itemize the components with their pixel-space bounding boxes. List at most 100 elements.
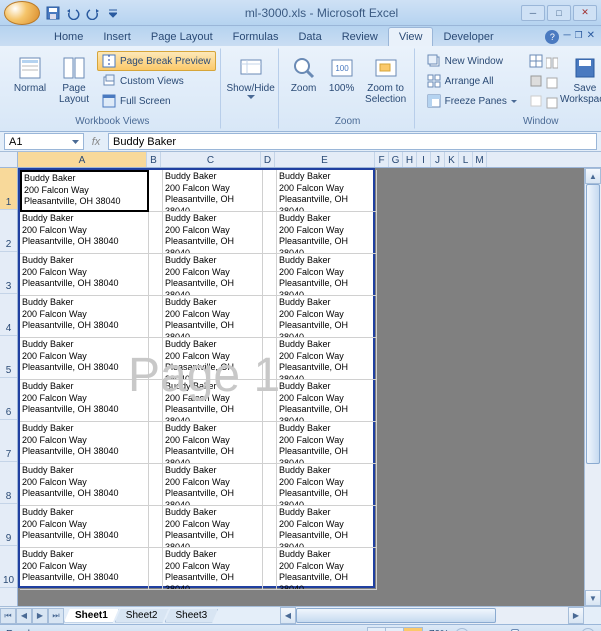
row-header-8[interactable]: 8 [0,462,17,504]
cell[interactable] [263,296,277,338]
cell[interactable] [263,506,277,548]
cell[interactable] [149,170,163,212]
cell[interactable]: Buddy Baker200 Falcon WayPleasantville, … [20,548,149,590]
cell[interactable]: Buddy Baker200 Falcon WayPleasantville, … [277,170,377,212]
arrange-all-button[interactable]: Arrange All [422,71,522,91]
cell[interactable] [149,380,163,422]
save-workspace-button[interactable]: Save Workspace [560,51,601,115]
tab-home[interactable]: Home [44,28,93,46]
scroll-left-button[interactable]: ◀ [280,607,296,624]
cell[interactable]: Buddy Baker200 Falcon WayPleasantville, … [277,464,377,506]
cell[interactable]: Buddy Baker200 Falcon WayPleasantville, … [277,422,377,464]
cell[interactable] [149,338,163,380]
cell[interactable]: Buddy Baker200 Falcon WayPleasantville, … [20,212,149,254]
tab-insert[interactable]: Insert [93,28,141,46]
zoom-out-button[interactable]: − [455,628,469,631]
scroll-right-button[interactable]: ▶ [568,607,584,624]
tab-nav-first[interactable]: ⏮ [0,608,16,624]
new-window-button[interactable]: New Window [422,51,522,71]
row-header-2[interactable]: 2 [0,210,17,252]
zoom-100-button[interactable]: 100 100% [324,51,360,115]
cell[interactable] [263,254,277,296]
tab-data[interactable]: Data [288,28,331,46]
tab-review[interactable]: Review [332,28,388,46]
office-button[interactable] [4,1,40,25]
help-icon[interactable]: ? [545,30,559,44]
full-screen-button[interactable]: Full Screen [97,91,216,111]
cell[interactable]: Buddy Baker200 Falcon WayPleasantville, … [163,380,263,422]
maximize-button[interactable]: □ [547,5,571,21]
col-header-F[interactable]: F [375,152,389,167]
custom-views-button[interactable]: Custom Views [97,71,216,91]
cell[interactable]: Buddy Baker200 Falcon WayPleasantville, … [277,548,377,590]
zoom-selection-button[interactable]: Zoom to Selection [362,51,410,115]
col-header-B[interactable]: B [147,152,161,167]
redo-icon[interactable] [84,4,102,22]
doc-close-icon[interactable]: ✕ [587,30,595,44]
tab-view[interactable]: View [388,27,434,46]
cell[interactable] [263,380,277,422]
freeze-panes-button[interactable]: Freeze Panes [422,91,522,111]
doc-minimize-icon[interactable]: ─ [563,30,570,44]
col-header-C[interactable]: C [161,152,261,167]
cell[interactable]: Buddy Baker200 Falcon WayPleasantville, … [277,254,377,296]
sheet-tab-2[interactable]: Sheet2 [115,609,169,623]
tab-nav-last[interactable]: ⏭ [48,608,64,624]
tab-developer[interactable]: Developer [433,28,503,46]
cell[interactable]: Buddy Baker200 Falcon WayPleasantville, … [20,338,149,380]
show-hide-button[interactable]: Show/Hide [228,51,274,115]
cell[interactable]: Buddy Baker200 Falcon WayPleasantville, … [277,212,377,254]
cell[interactable] [149,464,163,506]
cell[interactable] [263,464,277,506]
tab-formulas[interactable]: Formulas [223,28,289,46]
row-header-5[interactable]: 5 [0,336,17,378]
cell[interactable] [149,212,163,254]
col-header-I[interactable]: I [417,152,431,167]
unhide-button[interactable] [524,91,542,111]
col-header-A[interactable]: A [18,152,147,167]
row-header-4[interactable]: 4 [0,294,17,336]
tab-page-layout[interactable]: Page Layout [141,28,223,46]
doc-restore-icon[interactable]: ❐ [575,30,583,44]
cell[interactable]: Buddy Baker200 Falcon WayPleasantville, … [20,296,149,338]
formula-bar[interactable]: Buddy Baker [108,133,597,150]
cell[interactable]: Buddy Baker200 Falcon WayPleasantville, … [163,422,263,464]
row-header-1[interactable]: 1 [0,168,17,210]
close-button[interactable]: ✕ [573,5,597,21]
horizontal-scrollbar[interactable]: ◀ ▶ [280,607,601,624]
scroll-thumb[interactable] [586,184,600,464]
cell[interactable]: Buddy Baker200 Falcon WayPleasantville, … [163,212,263,254]
zoom-button[interactable]: Zoom [286,51,322,115]
col-header-G[interactable]: G [389,152,403,167]
col-header-M[interactable]: M [473,152,487,167]
row-header-7[interactable]: 7 [0,420,17,462]
cell[interactable]: Buddy Baker200 Falcon WayPleasantville, … [20,170,149,212]
worksheet-area[interactable]: 12345678910 Buddy Baker200 Falcon WayPle… [0,168,601,606]
cell[interactable] [263,548,277,590]
cell[interactable] [149,548,163,590]
row-header-10[interactable]: 10 [0,546,17,588]
cell[interactable] [149,254,163,296]
page-break-shortcut[interactable] [404,628,422,631]
cell[interactable] [263,212,277,254]
page-layout-shortcut[interactable] [386,628,404,631]
minimize-button[interactable]: ─ [521,5,545,21]
view-side-by-side-button[interactable] [544,53,558,73]
tab-nav-next[interactable]: ▶ [32,608,48,624]
normal-view-shortcut[interactable] [368,628,386,631]
cell[interactable]: Buddy Baker200 Falcon WayPleasantville, … [163,338,263,380]
split-button[interactable] [524,51,542,71]
sync-scroll-button[interactable] [544,73,558,93]
cell[interactable]: Buddy Baker200 Falcon WayPleasantville, … [277,380,377,422]
cell[interactable]: Buddy Baker200 Falcon WayPleasantville, … [277,338,377,380]
hscroll-thumb[interactable] [296,608,496,623]
page-layout-button[interactable]: Page Layout [53,51,95,115]
cell[interactable] [149,506,163,548]
cell[interactable]: Buddy Baker200 Falcon WayPleasantville, … [163,548,263,590]
cell[interactable]: Buddy Baker200 Falcon WayPleasantville, … [163,506,263,548]
cell[interactable] [263,170,277,212]
cell[interactable]: Buddy Baker200 Falcon WayPleasantville, … [20,464,149,506]
page-break-preview-button[interactable]: Page Break Preview [97,51,216,71]
col-header-L[interactable]: L [459,152,473,167]
cell[interactable]: Buddy Baker200 Falcon WayPleasantville, … [277,506,377,548]
